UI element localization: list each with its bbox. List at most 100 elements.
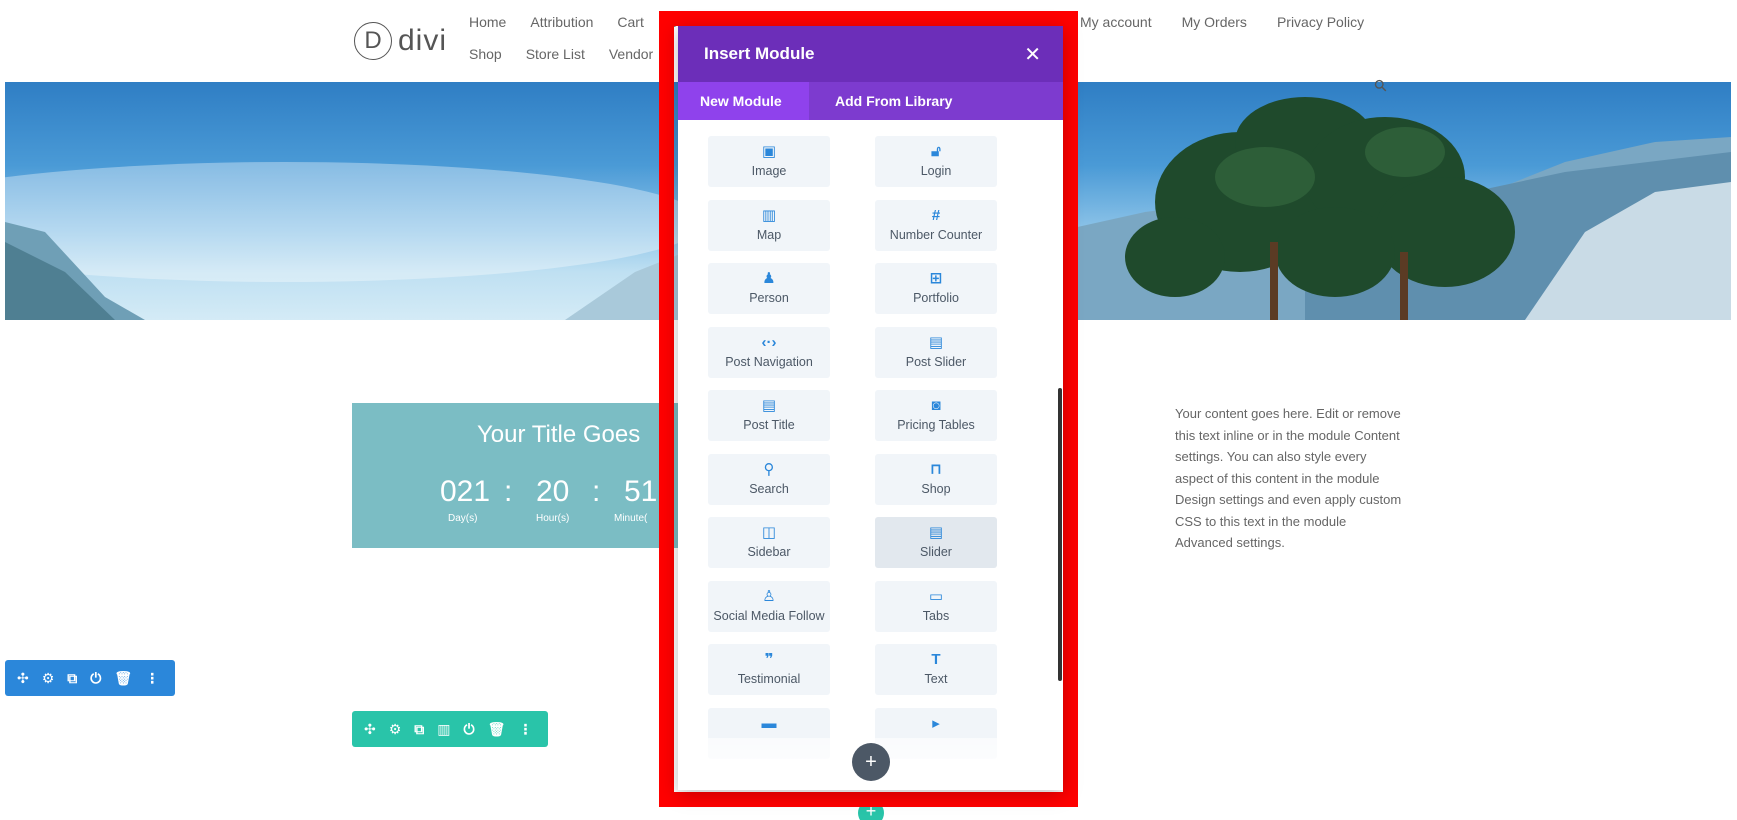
countdown-days-label: Day(s) [448,513,478,524]
logo-text: divi [398,24,448,57]
tab-new-module[interactable]: New Module [678,82,809,120]
nav-shop[interactable]: Shop [469,46,502,62]
video-icon: ▸ [932,714,940,732]
nav-my-orders[interactable]: My Orders [1182,14,1247,30]
module-label: Map [756,227,782,242]
tab-add-from-library[interactable]: Add From Library [809,82,978,120]
countdown-title: Your Title Goes [477,421,641,448]
search-icon: ⚲ [763,460,775,478]
module-search[interactable]: ⚲ Search [708,453,830,505]
site-logo[interactable]: D divi [354,22,447,60]
nav-store-list[interactable]: Store List [526,46,585,62]
move-icon[interactable]: ✣ [17,670,29,687]
main-nav-row-1-right: My account My Orders Privacy Policy [1080,14,1394,30]
countdown-separator: : [592,475,601,508]
gear-icon[interactable]: ⚙ [389,721,402,738]
map-icon: ▥ [761,206,777,224]
module-label: Testimonial [737,672,801,686]
module-sidebar[interactable]: ◫ Sidebar [708,517,830,568]
nav-cart[interactable]: Cart [617,14,643,30]
toggle-icon: ▬ [761,714,777,732]
module-portfolio[interactable]: ⊞ Portfolio [875,263,997,314]
power-icon[interactable]: ⏻ [464,721,475,738]
module-person[interactable]: ♟ Person [708,263,830,314]
module-map[interactable]: ▥ Map [708,199,830,251]
module-tabs[interactable]: ▭ Tabs [875,580,997,632]
module-post-slider[interactable]: ▤ Post Slider [875,326,997,378]
module-text[interactable]: T Text [875,644,997,695]
more-icon[interactable]: ⋮ [145,670,159,687]
slider-icon: ▤ [928,524,944,541]
module-label: Login [920,164,952,178]
countdown-module[interactable]: Your Title Goes 021 : 20 : 51 Day(s) Hou… [352,403,682,548]
slider-icon: ▤ [928,333,944,351]
gear-icon[interactable]: ⚙ [42,670,55,687]
module-label: Number Counter [889,227,983,242]
nav-attribution[interactable]: Attribution [530,14,593,30]
countdown-separator: : [504,475,513,508]
sidebar-icon: ◫ [761,524,777,541]
person-icon: ♟ [762,270,776,287]
quote-icon: ❞ [764,651,774,668]
countdown-minutes-label: Minute( [614,513,648,524]
bag-icon: ⊓ [930,460,942,478]
nav-home[interactable]: Home [469,14,506,30]
lock-icon: 🔓︎ [931,143,941,160]
countdown-days: 021 [440,475,491,508]
duplicate-icon[interactable]: ⧉ [414,721,424,738]
module-label: Pricing Tables [897,418,975,432]
nav-my-account[interactable]: My account [1080,14,1152,30]
module-label: Shop [921,481,951,496]
trash-icon[interactable]: 🗑︎ [488,721,506,738]
add-module-button[interactable]: + [852,743,890,781]
module-shop[interactable]: ⊓ Shop [875,453,997,505]
section-toolbar: ✣ ⚙ ⧉ ⏻ 🗑︎ ⋮ [5,660,175,696]
module-pricing-tables[interactable]: ◙ Pricing Tables [875,390,997,441]
module-label: Post Title [743,418,795,432]
tabs-icon: ▭ [928,587,944,605]
columns-icon[interactable]: ▥ [437,721,450,738]
countdown-hours: 20 [536,475,570,508]
module-label: Person [749,291,789,305]
countdown-minutes: 51 [624,475,658,508]
modal-tabs: New Module Add From Library [678,82,1063,120]
image-icon: ▣ [761,143,777,160]
nav-privacy-policy[interactable]: Privacy Policy [1277,14,1364,30]
arrows-icon: ‹·› [761,333,777,351]
module-label: Text [924,672,948,686]
hash-icon: # [931,206,941,224]
power-icon[interactable]: ⏻ [90,670,101,687]
close-icon[interactable]: ✕ [1024,42,1041,67]
pricing-icon: ◙ [931,397,941,414]
module-label: Image [751,164,787,178]
module-label: Portfolio [913,291,959,305]
text-module[interactable]: Your content goes here. Edit or remove t… [1175,403,1405,554]
grid-icon: ⊞ [929,270,943,287]
module-social-media-follow[interactable]: ♙ Social Media Follow [708,580,830,632]
module-number-counter[interactable]: # Number Counter [875,199,997,251]
module-slider[interactable]: ▤ Slider [875,517,997,568]
page: D divi Home Attribution Cart Checkout My… [0,0,1737,820]
module-label: Social Media Follow [713,608,825,623]
main-nav-row-2: Shop Store List Vendor [469,46,677,62]
duplicate-icon[interactable]: ⧉ [67,670,77,687]
trash-icon[interactable]: 🗑︎ [114,670,132,687]
module-testimonial[interactable]: ❞ Testimonial [708,644,830,695]
scrollbar[interactable] [1058,388,1062,681]
module-login[interactable]: 🔓︎ Login [875,136,997,187]
modal-title: Insert Module [704,44,815,63]
module-image[interactable]: ▣ Image [708,136,830,187]
module-label: Slider [920,545,952,559]
module-post-navigation[interactable]: ‹·› Post Navigation [708,326,830,378]
module-label: Tabs [922,608,950,623]
more-icon[interactable]: ⋮ [518,721,532,738]
text-icon: T [931,651,941,668]
move-icon[interactable]: ✣ [364,721,376,738]
logo-mark: D [354,22,392,60]
nav-vendor[interactable]: Vendor [609,46,653,62]
module-post-title[interactable]: ▤ Post Title [708,390,830,441]
insert-module-modal: Insert Module ✕ New Module Add From Libr… [678,26,1063,790]
module-label: Sidebar [747,545,791,559]
title-icon: ▤ [761,397,777,414]
row-toolbar: ✣ ⚙ ⧉ ▥ ⏻ 🗑︎ ⋮ [352,711,548,747]
